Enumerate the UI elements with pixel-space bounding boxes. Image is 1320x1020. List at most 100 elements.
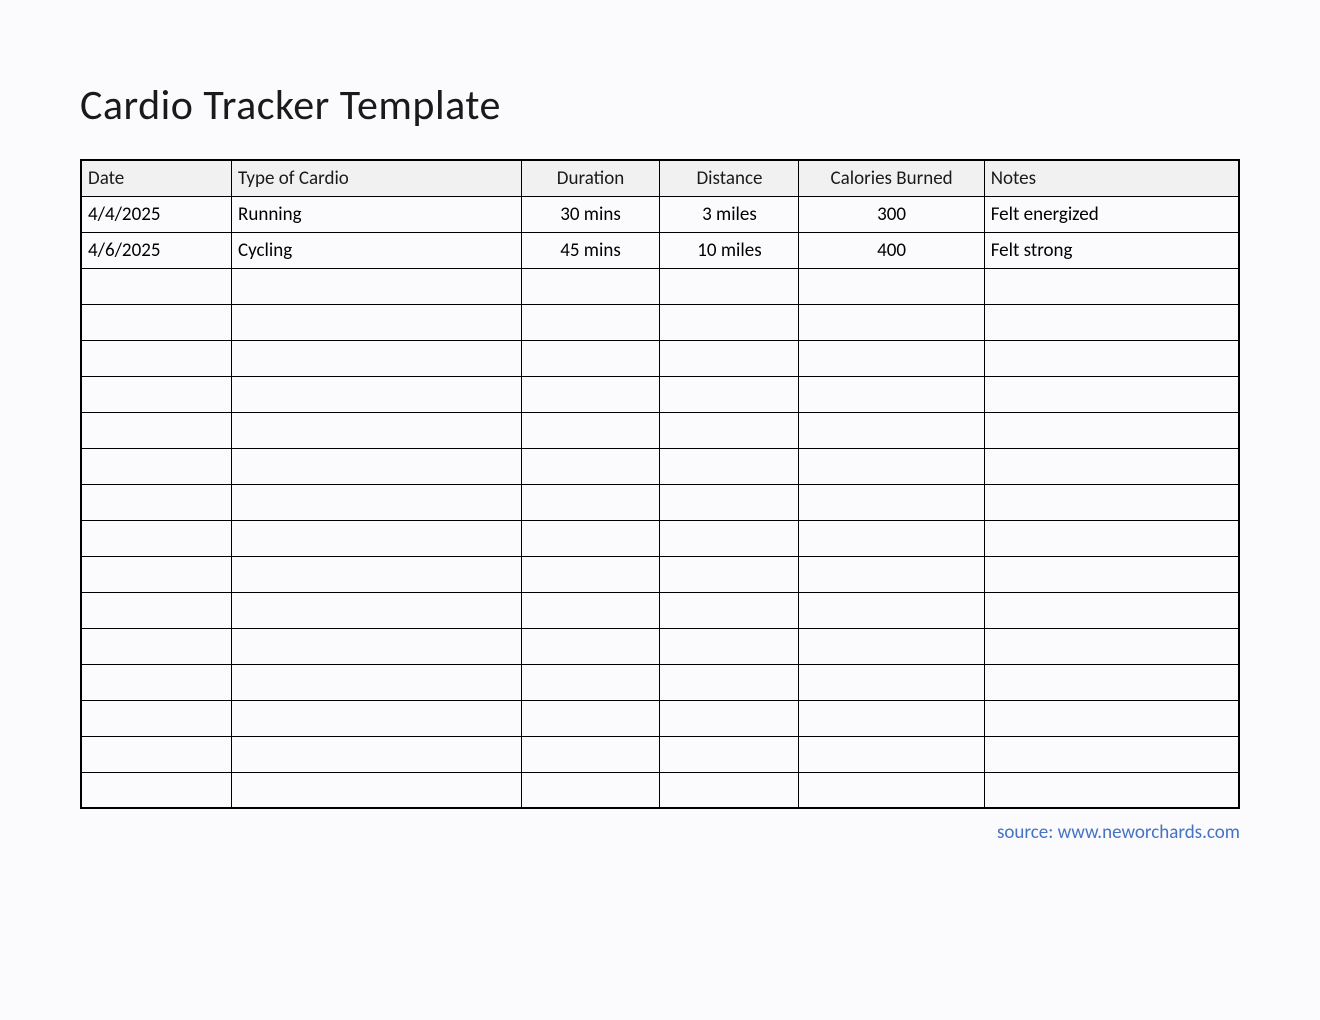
cell-distance: [660, 448, 799, 484]
cell-distance: [660, 484, 799, 520]
table-row: [81, 772, 1239, 808]
cell-distance: [660, 592, 799, 628]
cell-date: [81, 412, 232, 448]
table-row: 4/4/2025Running30 mins3 miles300Felt ene…: [81, 196, 1239, 232]
cell-calories: [799, 268, 984, 304]
cell-calories: [799, 772, 984, 808]
cell-calories: [799, 700, 984, 736]
cell-duration: [521, 268, 660, 304]
cell-type: [232, 448, 522, 484]
cell-type: Running: [232, 196, 522, 232]
cell-calories: [799, 448, 984, 484]
table-row: [81, 376, 1239, 412]
table-header-row: Date Type of Cardio Duration Distance Ca…: [81, 160, 1239, 196]
table-row: [81, 268, 1239, 304]
cell-date: [81, 700, 232, 736]
cell-type: [232, 772, 522, 808]
cell-type: [232, 520, 522, 556]
cell-distance: [660, 268, 799, 304]
cell-distance: [660, 340, 799, 376]
table-row: [81, 628, 1239, 664]
cell-date: [81, 628, 232, 664]
cell-notes: [984, 700, 1239, 736]
cell-date: [81, 736, 232, 772]
cell-calories: [799, 736, 984, 772]
cell-calories: [799, 376, 984, 412]
cardio-tracker-table: Date Type of Cardio Duration Distance Ca…: [80, 159, 1240, 809]
cell-type: [232, 268, 522, 304]
cell-duration: [521, 448, 660, 484]
cell-distance: [660, 736, 799, 772]
cell-date: 4/6/2025: [81, 232, 232, 268]
cell-distance: 10 miles: [660, 232, 799, 268]
table-row: [81, 736, 1239, 772]
cell-duration: 30 mins: [521, 196, 660, 232]
cell-duration: [521, 376, 660, 412]
cell-notes: [984, 664, 1239, 700]
cell-calories: [799, 520, 984, 556]
cell-duration: 45 mins: [521, 232, 660, 268]
cell-type: [232, 340, 522, 376]
cell-distance: [660, 556, 799, 592]
cell-type: [232, 556, 522, 592]
cell-duration: [521, 520, 660, 556]
cell-distance: [660, 376, 799, 412]
cell-notes: [984, 448, 1239, 484]
cell-calories: [799, 664, 984, 700]
cell-date: [81, 304, 232, 340]
cell-date: [81, 448, 232, 484]
table-row: 4/6/2025Cycling45 mins10 miles400Felt st…: [81, 232, 1239, 268]
table-row: [81, 484, 1239, 520]
cell-date: 4/4/2025: [81, 196, 232, 232]
cell-date: [81, 340, 232, 376]
cell-notes: [984, 772, 1239, 808]
cell-duration: [521, 736, 660, 772]
cell-type: [232, 592, 522, 628]
cell-calories: [799, 412, 984, 448]
cell-distance: [660, 700, 799, 736]
cell-notes: [984, 556, 1239, 592]
cell-calories: [799, 484, 984, 520]
cell-type: [232, 376, 522, 412]
header-date: Date: [81, 160, 232, 196]
cell-date: [81, 664, 232, 700]
cell-calories: 400: [799, 232, 984, 268]
cell-type: [232, 412, 522, 448]
cell-notes: [984, 304, 1239, 340]
header-notes: Notes: [984, 160, 1239, 196]
cell-type: [232, 664, 522, 700]
cell-type: [232, 484, 522, 520]
cell-distance: [660, 664, 799, 700]
cell-duration: [521, 556, 660, 592]
header-distance: Distance: [660, 160, 799, 196]
cell-type: [232, 736, 522, 772]
cell-notes: [984, 376, 1239, 412]
table-row: [81, 556, 1239, 592]
cell-duration: [521, 592, 660, 628]
cell-date: [81, 520, 232, 556]
cell-date: [81, 376, 232, 412]
cell-distance: [660, 628, 799, 664]
cell-notes: [984, 736, 1239, 772]
table-row: [81, 448, 1239, 484]
page-title: Cardio Tracker Template: [80, 80, 1240, 131]
header-type: Type of Cardio: [232, 160, 522, 196]
cell-date: [81, 268, 232, 304]
cell-duration: [521, 700, 660, 736]
cell-duration: [521, 412, 660, 448]
cell-notes: Felt strong: [984, 232, 1239, 268]
header-duration: Duration: [521, 160, 660, 196]
cell-calories: [799, 304, 984, 340]
cell-duration: [521, 772, 660, 808]
cell-notes: Felt energized: [984, 196, 1239, 232]
cell-notes: [984, 484, 1239, 520]
cell-type: [232, 304, 522, 340]
cell-date: [81, 592, 232, 628]
table-row: [81, 340, 1239, 376]
cell-duration: [521, 628, 660, 664]
cell-duration: [521, 340, 660, 376]
cell-calories: [799, 628, 984, 664]
cell-distance: 3 miles: [660, 196, 799, 232]
cell-notes: [984, 592, 1239, 628]
cell-date: [81, 556, 232, 592]
